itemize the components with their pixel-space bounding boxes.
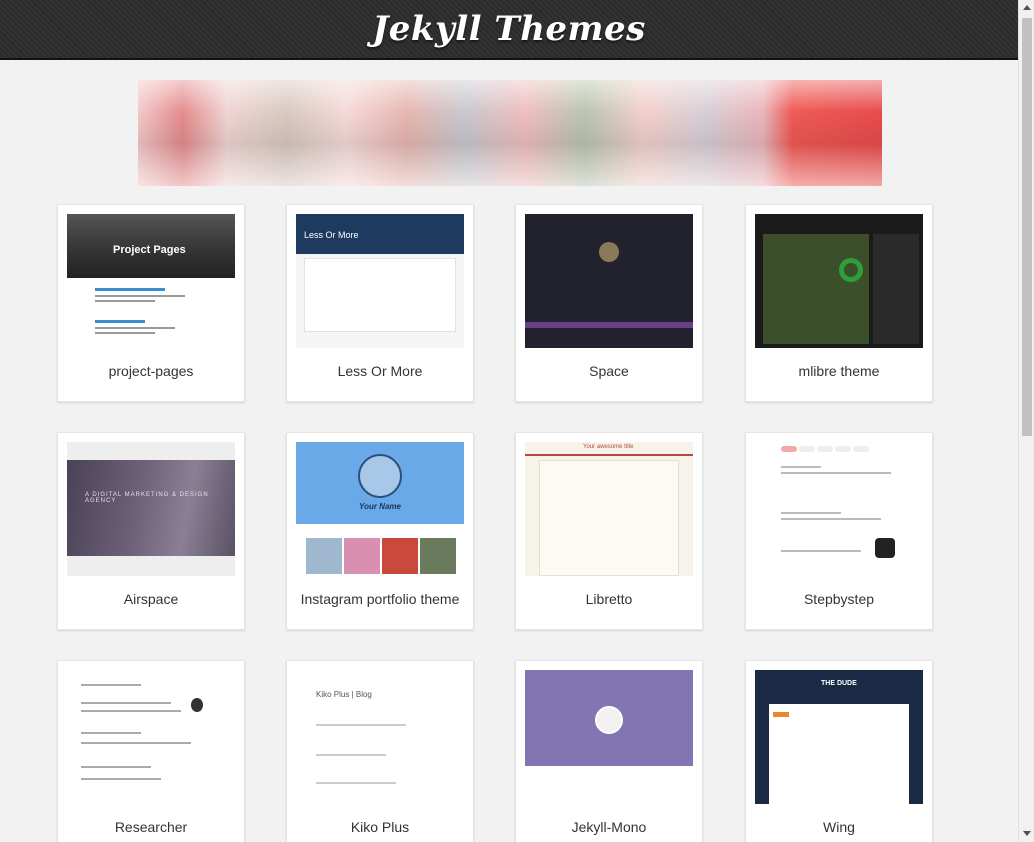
theme-card-stepbystep[interactable]: Stepbystep	[745, 432, 933, 630]
theme-name[interactable]: Space	[516, 363, 702, 379]
theme-name[interactable]: mlibre theme	[746, 363, 932, 379]
theme-thumbnail[interactable]	[525, 214, 693, 348]
theme-name[interactable]: Wing	[746, 819, 932, 835]
theme-name[interactable]: Researcher	[58, 819, 244, 835]
theme-thumbnail[interactable]: Kiko Plus | Blog	[296, 670, 464, 804]
theme-card-instagram-portfolio[interactable]: Your Name Instagram portfolio theme	[286, 432, 474, 630]
theme-card-mlibre[interactable]: mlibre theme	[745, 204, 933, 402]
vertical-scrollbar[interactable]	[1018, 0, 1034, 842]
theme-card-kiko-plus[interactable]: Kiko Plus | Blog Kiko Plus	[286, 660, 474, 842]
site-header: Jekyll Themes	[0, 0, 1018, 60]
theme-thumbnail[interactable]	[67, 670, 235, 804]
theme-card-wing[interactable]: THE DUDE Wing	[745, 660, 933, 842]
theme-thumbnail[interactable]: Your Name	[296, 442, 464, 576]
theme-name[interactable]: Stepbystep	[746, 591, 932, 607]
theme-card-less-or-more[interactable]: Less Or More Less Or More	[286, 204, 474, 402]
chevron-down-icon	[1023, 831, 1031, 836]
theme-thumbnail[interactable]: THE DUDE	[755, 670, 923, 804]
theme-name[interactable]: Airspace	[58, 591, 244, 607]
theme-name[interactable]: Jekyll-Mono	[516, 819, 702, 835]
theme-thumbnail[interactable]: A DIGITAL MARKETING & DESIGN AGENCY	[67, 442, 235, 576]
theme-name[interactable]: project-pages	[58, 363, 244, 379]
theme-thumbnail[interactable]: Your awesome title	[525, 442, 693, 576]
theme-thumbnail[interactable]	[755, 214, 923, 348]
theme-thumbnail[interactable]	[525, 670, 693, 804]
theme-name[interactable]: Less Or More	[287, 363, 473, 379]
site-title[interactable]: Jekyll Themes	[372, 9, 646, 49]
theme-card-space[interactable]: Space	[515, 204, 703, 402]
chevron-up-icon	[1023, 5, 1031, 10]
scroll-down-button[interactable]	[1019, 826, 1034, 842]
theme-card-jekyll-mono[interactable]: Jekyll-Mono	[515, 660, 703, 842]
theme-thumbnail[interactable]: Less Or More	[296, 214, 464, 348]
theme-card-libretto[interactable]: Your awesome title Libretto	[515, 432, 703, 630]
theme-name[interactable]: Kiko Plus	[287, 819, 473, 835]
theme-card-researcher[interactable]: Researcher	[57, 660, 245, 842]
theme-thumbnail[interactable]: Project Pages	[67, 214, 235, 348]
scroll-thumb[interactable]	[1022, 18, 1032, 436]
theme-card-project-pages[interactable]: Project Pages project-pages	[57, 204, 245, 402]
theme-name[interactable]: Libretto	[516, 591, 702, 607]
theme-name[interactable]: Instagram portfolio theme	[287, 591, 473, 607]
scroll-up-button[interactable]	[1019, 0, 1034, 16]
theme-thumbnail[interactable]	[755, 442, 923, 576]
ad-banner[interactable]	[138, 80, 882, 186]
theme-card-airspace[interactable]: A DIGITAL MARKETING & DESIGN AGENCY Airs…	[57, 432, 245, 630]
